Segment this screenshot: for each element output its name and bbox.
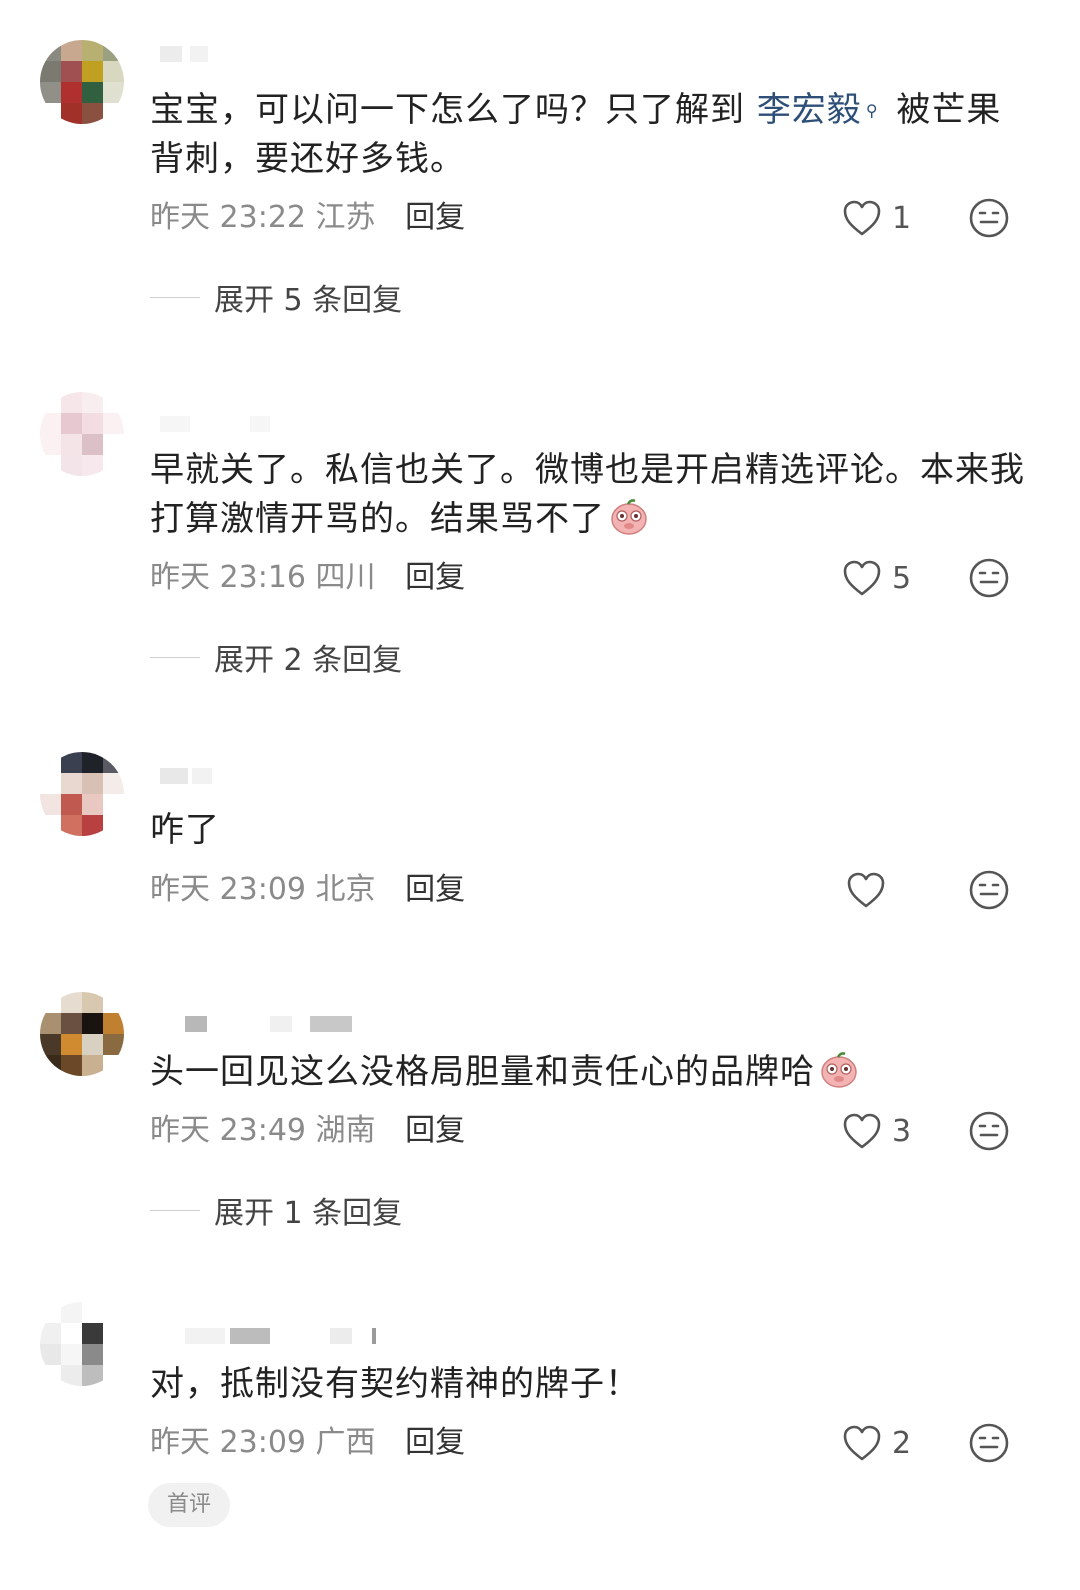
face-emoji-icon[interactable]	[968, 197, 1010, 239]
comment-meta: 昨天 23:49 湖南 回复	[150, 1111, 465, 1151]
heart-outline-icon	[843, 1425, 881, 1461]
reply-button[interactable]: 回复	[405, 560, 465, 595]
expand-replies-button[interactable]: 展开 2 条回复	[150, 637, 402, 678]
pig-face-emoji	[821, 1052, 857, 1088]
comment-text: 早就关了。私信也关了。微博也是开启精选评论。本来我打算激情开骂的。结果骂不了	[150, 450, 1025, 539]
heart-outline-icon	[843, 200, 881, 236]
expand-replies-button[interactable]: 展开 1 条回复	[150, 1190, 402, 1231]
face-emoji-icon[interactable]	[968, 557, 1010, 599]
mention-link[interactable]: 李宏毅	[757, 90, 862, 130]
comment-location: 北京	[315, 872, 376, 907]
face-emoji-icon[interactable]	[968, 1110, 1010, 1152]
comment-meta: 昨天 23:16 四川 回复	[150, 558, 465, 598]
comment-time: 昨天 23:16	[150, 560, 306, 595]
reply-button[interactable]: 回复	[405, 1113, 465, 1148]
like-count: 3	[892, 1113, 912, 1149]
username-blurred[interactable]	[150, 1012, 390, 1036]
username-blurred[interactable]	[150, 412, 390, 436]
comment-meta: 昨天 23:09 广西 回复	[150, 1423, 465, 1463]
comment-time: 昨天 23:49	[150, 1113, 306, 1148]
username-blurred[interactable]	[150, 1324, 390, 1348]
face-emoji-icon[interactable]	[968, 1422, 1010, 1464]
heart-outline-icon	[843, 1113, 881, 1149]
expand-replies-button[interactable]: 展开 5 条回复	[150, 277, 402, 318]
pig-face-emoji	[611, 499, 647, 535]
like-button[interactable]	[846, 868, 896, 912]
avatar[interactable]	[40, 752, 124, 836]
comment-location: 四川	[315, 560, 376, 595]
first-comment-badge: 首评	[148, 1483, 230, 1527]
divider	[150, 656, 200, 658]
avatar[interactable]	[40, 992, 124, 1076]
avatar[interactable]	[40, 40, 124, 124]
heart-outline-icon	[843, 560, 881, 596]
like-button[interactable]: 1	[842, 196, 911, 240]
divider	[150, 1209, 200, 1211]
reply-button[interactable]: 回复	[405, 200, 465, 235]
reply-button[interactable]: 回复	[405, 872, 465, 907]
comment-meta: 昨天 23:09 北京 回复	[150, 870, 465, 910]
comment-time: 昨天 23:22	[150, 200, 306, 235]
like-button[interactable]: 3	[842, 1109, 911, 1153]
heart-outline-icon	[847, 872, 885, 908]
comment-meta: 昨天 23:22 江苏 回复	[150, 198, 465, 238]
reply-button[interactable]: 回复	[405, 1425, 465, 1460]
comment-time: 昨天 23:09	[150, 1425, 306, 1460]
comment-text: 宝宝，可以问一下怎么了吗？只了解到 李宏毅 ⚲ 被芒果背刺，要还好多钱。	[150, 86, 1030, 184]
like-count: 1	[892, 200, 912, 236]
comment-location: 湖南	[315, 1113, 376, 1148]
like-button[interactable]: 5	[842, 556, 911, 600]
comment-text: 头一回见这么没格局胆量和责任心的品牌哈	[150, 1048, 1030, 1097]
comment-location: 江苏	[315, 200, 376, 235]
search-hint-icon[interactable]: ⚲	[866, 86, 879, 135]
username-blurred[interactable]	[150, 42, 390, 66]
comment-text: 对，抵制没有契约精神的牌子！	[150, 1364, 640, 1404]
avatar[interactable]	[40, 392, 124, 476]
username-blurred[interactable]	[150, 764, 390, 788]
like-button[interactable]: 2	[842, 1421, 911, 1465]
avatar[interactable]	[40, 1302, 124, 1386]
like-count: 2	[892, 1425, 912, 1461]
divider	[150, 296, 200, 298]
comment-time: 昨天 23:09	[150, 872, 306, 907]
like-count: 5	[892, 560, 912, 596]
comment-location: 广西	[315, 1425, 376, 1460]
face-emoji-icon[interactable]	[968, 869, 1010, 911]
comment-text: 咋了	[150, 810, 220, 850]
